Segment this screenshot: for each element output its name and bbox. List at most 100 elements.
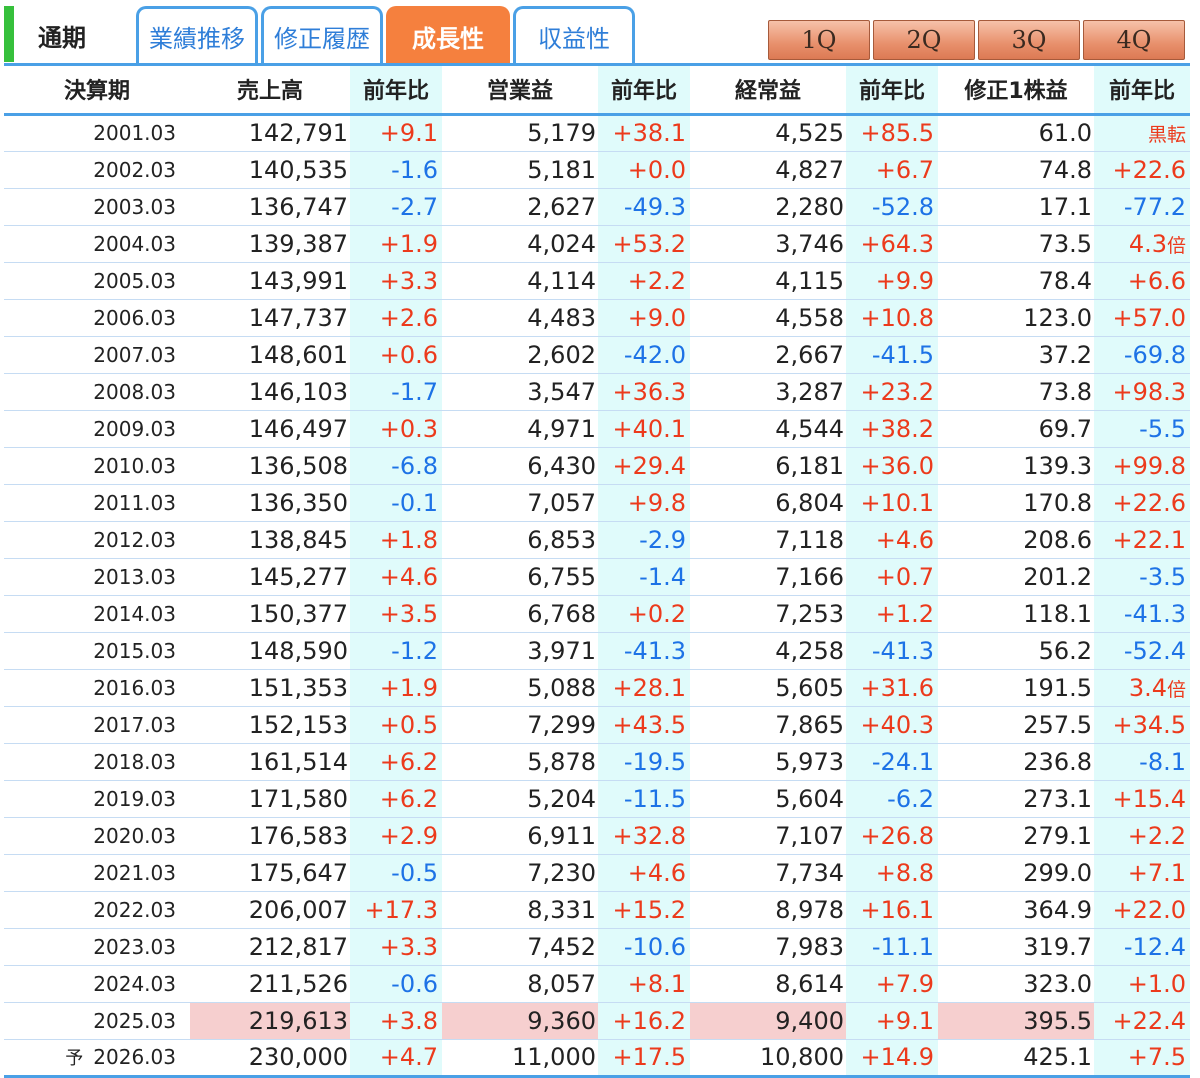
sales-cell: 146,497 [190, 410, 350, 448]
table-row: 2018.03 161,514 +6.2 5,878 -19.5 5,973 -24.1 23… [4, 743, 1190, 781]
operating-profit-cell: 4,024 [442, 225, 598, 263]
sales-yoy-cell: -0.6 [350, 965, 442, 1003]
period-cell: 2009.03 [4, 410, 190, 448]
sales-cell: 142,791 [190, 114, 350, 152]
period-text: 2019.03 [93, 786, 176, 811]
sales-cell: 143,991 [190, 262, 350, 300]
sales-yoy-cell: +6.2 [350, 743, 442, 781]
adjusted-eps-cell: 319.7 [938, 928, 1094, 966]
ordinary-profit-yoy-cell: +8.8 [846, 854, 938, 892]
operating-profit-yoy-cell: +8.1 [598, 965, 690, 1003]
table-row: 2004.03 139,387 +1.9 4,024 +53.2 3,746 +64.3 73… [4, 225, 1190, 263]
adjusted-eps-yoy-cell: +22.6 [1094, 484, 1190, 522]
ordinary-profit-cell: 6,181 [690, 447, 846, 485]
period-cell: 2020.03 [4, 817, 190, 855]
adjusted-eps-cell: 17.1 [938, 188, 1094, 226]
ordinary-profit-cell: 4,115 [690, 262, 846, 300]
column-header-operating-profit-yoy: 前年比 [598, 66, 690, 116]
period-text: 2006.03 [93, 305, 176, 330]
sales-cell: 219,613 [190, 1002, 350, 1040]
adjusted-eps-yoy-cell: -77.2 [1094, 188, 1190, 226]
sales-yoy-cell: -1.7 [350, 373, 442, 411]
period-text: 2023.03 [93, 934, 176, 959]
period-cell: 2005.03 [4, 262, 190, 300]
adjusted-eps-cell: 323.0 [938, 965, 1094, 1003]
operating-profit-cell: 9,360 [442, 1002, 598, 1040]
adjusted-eps-yoy-cell: +99.8 [1094, 447, 1190, 485]
sales-cell: 136,350 [190, 484, 350, 522]
sales-yoy-cell: +1.8 [350, 521, 442, 559]
period-text: 2001.03 [93, 121, 176, 145]
tab-profitability[interactable]: 収益性 [513, 6, 635, 64]
adjusted-eps-yoy-cell: +98.3 [1094, 373, 1190, 411]
quarter-button-1q[interactable]: 1Q [768, 20, 870, 60]
operating-profit-yoy-cell: -42.0 [598, 336, 690, 374]
sales-yoy-cell: +0.5 [350, 706, 442, 744]
operating-profit-yoy-cell: -41.3 [598, 632, 690, 670]
operating-profit-yoy-cell: +28.1 [598, 669, 690, 707]
tab-performance-trend[interactable]: 業績推移 [136, 6, 258, 64]
sales-cell: 146,103 [190, 373, 350, 411]
period-cell: 2025.03 [4, 1002, 190, 1040]
sales-yoy-cell: +3.8 [350, 1002, 442, 1040]
table-row: 2005.03 143,991 +3.3 4,114 +2.2 4,115 +9.9 78.4… [4, 262, 1190, 300]
ordinary-profit-cell: 2,280 [690, 188, 846, 226]
adjusted-eps-yoy-cell: 黒転 [1094, 114, 1190, 152]
adjusted-eps-cell: 395.5 [938, 1002, 1094, 1040]
sales-cell: 150,377 [190, 595, 350, 633]
ordinary-profit-yoy-cell: -52.8 [846, 188, 938, 226]
period-cell: 2003.03 [4, 188, 190, 226]
ordinary-profit-cell: 3,287 [690, 373, 846, 411]
table-row: 2001.03 142,791 +9.1 5,179 +38.1 4,525 +85.5 61… [4, 114, 1190, 152]
period-cell: 2006.03 [4, 299, 190, 337]
operating-profit-cell: 7,230 [442, 854, 598, 892]
adjusted-eps-yoy-cell: -41.3 [1094, 595, 1190, 633]
period-text: 2018.03 [93, 749, 176, 774]
sales-yoy-cell: +4.6 [350, 558, 442, 596]
ordinary-profit-cell: 7,107 [690, 817, 846, 855]
ordinary-profit-yoy-cell: +0.7 [846, 558, 938, 596]
ordinary-profit-cell: 4,525 [690, 114, 846, 152]
table-row: 2006.03 147,737 +2.6 4,483 +9.0 4,558 +10.8 123… [4, 299, 1190, 337]
period-text: 2009.03 [93, 416, 176, 441]
sales-cell: 175,647 [190, 854, 350, 892]
sales-cell: 147,737 [190, 299, 350, 337]
column-header-sales: 売上高 [190, 66, 350, 116]
adjusted-eps-yoy-cell: +22.6 [1094, 151, 1190, 189]
operating-profit-yoy-cell: +9.8 [598, 484, 690, 522]
operating-profit-cell: 6,768 [442, 595, 598, 633]
ordinary-profit-cell: 4,544 [690, 410, 846, 448]
adjusted-eps-yoy-cell: -8.1 [1094, 743, 1190, 781]
adjusted-eps-yoy-cell: 4.3倍 [1094, 225, 1190, 263]
ordinary-profit-yoy-cell: -24.1 [846, 743, 938, 781]
adjusted-eps-cell: 191.5 [938, 669, 1094, 707]
table-row: 2014.03 150,377 +3.5 6,768 +0.2 7,253 +1.2 118.… [4, 595, 1190, 633]
quarter-button-3q[interactable]: 3Q [978, 20, 1080, 60]
column-header-ordinary-profit-yoy: 前年比 [846, 66, 938, 116]
quarter-selector: 1Q 2Q 3Q 4Q [768, 20, 1185, 60]
quarter-button-2q[interactable]: 2Q [873, 20, 975, 60]
adjusted-eps-yoy-cell: +15.4 [1094, 780, 1190, 818]
period-cell: 2023.03 [4, 928, 190, 966]
operating-profit-yoy-cell: -10.6 [598, 928, 690, 966]
table-row: 2024.03 211,526 -0.6 8,057 +8.1 8,614 +7.9 323.… [4, 965, 1190, 1003]
ordinary-profit-cell: 5,973 [690, 743, 846, 781]
adjusted-eps-cell: 78.4 [938, 262, 1094, 300]
ordinary-profit-yoy-cell: +7.9 [846, 965, 938, 1003]
adjusted-eps-yoy-cell: -69.8 [1094, 336, 1190, 374]
quarter-button-4q[interactable]: 4Q [1083, 20, 1185, 60]
tab-growth[interactable]: 成長性 [386, 6, 510, 64]
ordinary-profit-yoy-cell: +10.1 [846, 484, 938, 522]
operating-profit-yoy-cell: +9.0 [598, 299, 690, 337]
ordinary-profit-yoy-cell: +26.8 [846, 817, 938, 855]
operating-profit-yoy-cell: +2.2 [598, 262, 690, 300]
ordinary-profit-yoy-cell: +1.2 [846, 595, 938, 633]
adjusted-eps-cell: 425.1 [938, 1039, 1094, 1078]
period-text: 2020.03 [93, 823, 176, 848]
ordinary-profit-yoy-cell: +4.6 [846, 521, 938, 559]
adjusted-eps-yoy-cell: -5.5 [1094, 410, 1190, 448]
sales-yoy-cell: +1.9 [350, 669, 442, 707]
ordinary-profit-cell: 7,253 [690, 595, 846, 633]
adjusted-eps-yoy-cell: +22.0 [1094, 891, 1190, 929]
tab-revision-history[interactable]: 修正履歴 [261, 6, 383, 64]
